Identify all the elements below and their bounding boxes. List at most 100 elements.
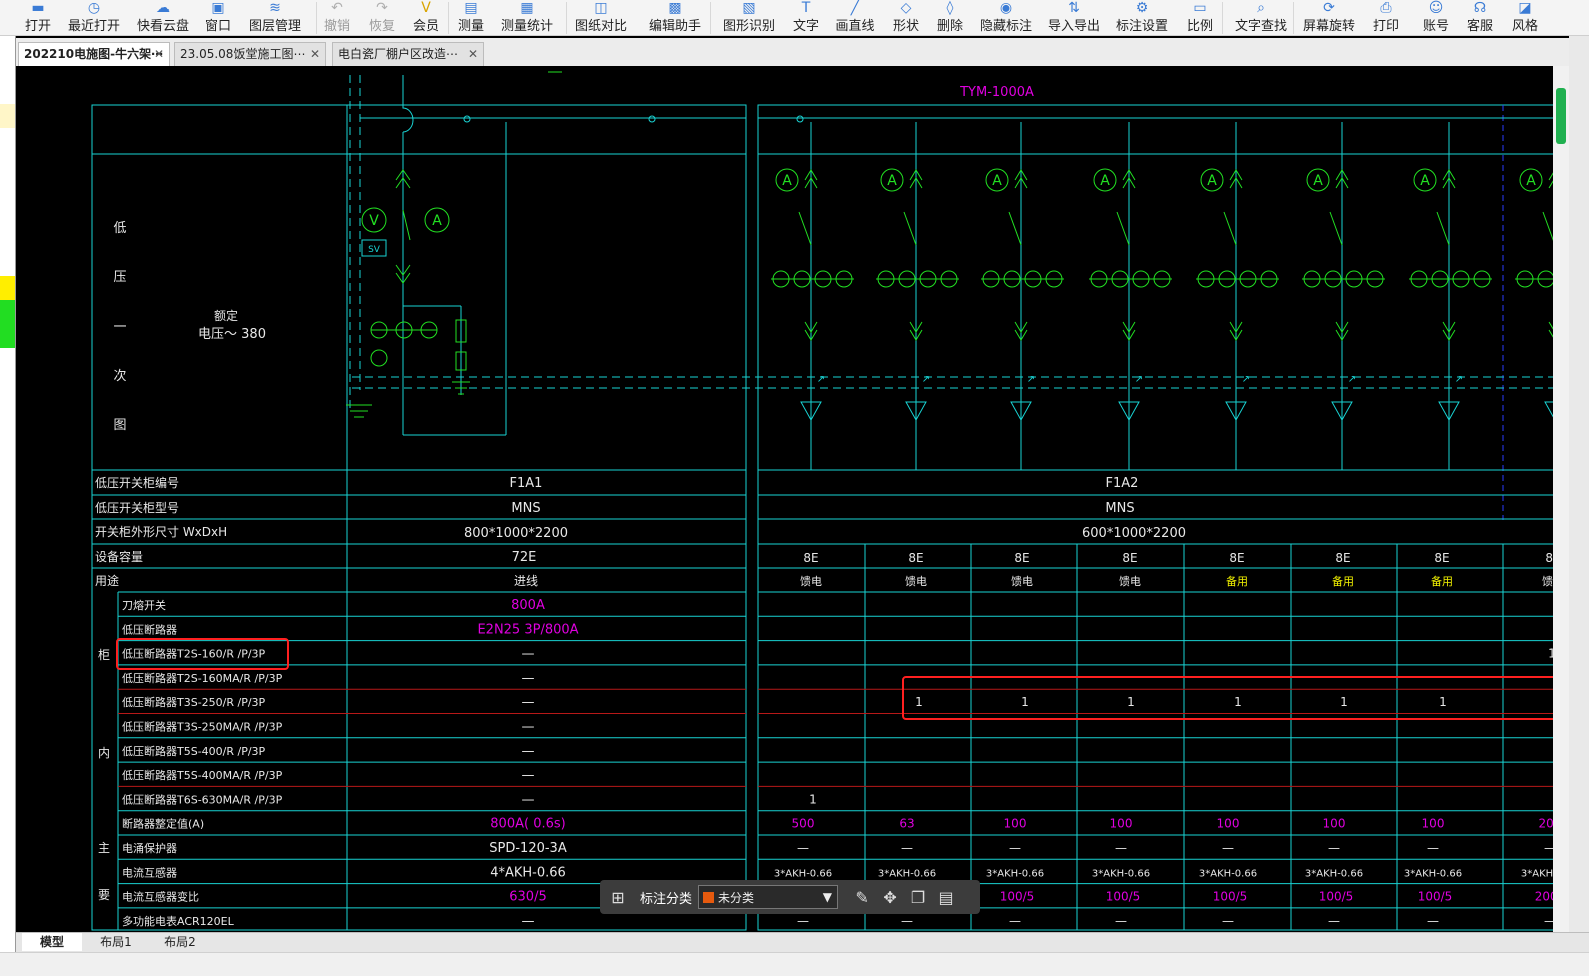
toolbar-button-17[interactable]: ◊ 删除 <box>937 0 963 35</box>
component-label: 电流互感器 <box>122 865 177 879</box>
toolbar-button-20[interactable]: ⚙ 标注设置 <box>1116 0 1168 35</box>
toolbar-button-9[interactable]: ▤ 测量 <box>458 0 484 35</box>
switch-symbol <box>1223 211 1237 246</box>
rotate-icon: ⟳ <box>1323 0 1335 16</box>
toolbar-button-22[interactable]: ⌕ 文字查找 <box>1235 0 1287 35</box>
annotation-category-select[interactable]: 未分类 ▼ <box>698 885 839 909</box>
component-label: 低压断路器T2S-160/R /P/3P <box>122 647 266 661</box>
voltmeter-label: V <box>369 213 379 229</box>
component-label: 刀熔开关 <box>122 598 166 612</box>
incoming-cable <box>402 75 414 133</box>
move-icon[interactable]: ✥ <box>876 883 904 911</box>
toolbar-separator <box>1293 2 1294 34</box>
toolbar-button-14[interactable]: T 文字 <box>793 0 820 35</box>
close-icon[interactable]: ✕ <box>468 43 478 65</box>
toolbar-button-label: 屏幕旋转 <box>1303 19 1356 34</box>
f1a1-component-value: — <box>522 671 535 686</box>
category-color-swatch <box>703 891 715 903</box>
f1a1-capacity: 72E <box>512 550 537 565</box>
toolbar-button-16[interactable]: ◇ 形状 <box>893 0 919 35</box>
toolbar-button-4[interactable]: ▣ 窗口 <box>205 0 231 35</box>
toolbar-separator <box>1222 2 1223 34</box>
toolbar-button-3[interactable]: ☁ 快看云盘 <box>137 0 189 35</box>
undo-icon: ↶ <box>331 0 343 16</box>
meter-value: — <box>1009 914 1021 928</box>
toolbar-button-1[interactable]: ▬ 打开 <box>25 0 51 35</box>
toolbar-button-23[interactable]: ⟳ 屏幕旋转 <box>1303 0 1356 35</box>
component-label: 断路器整定值(A) <box>122 817 204 831</box>
ct-model: 3*AKH-0.66 <box>1404 868 1462 879</box>
row-label: 开关柜外形尺寸 WxDxH <box>95 525 227 539</box>
toolbar-button-6[interactable]: ↶ 撤销 <box>324 0 350 35</box>
cabinet-title: TYM-1000A <box>959 85 1034 100</box>
tab-document-3[interactable]: 电白瓷厂棚户区改造⋯ ✕ <box>332 42 484 66</box>
toolbar-button-label: 打印 <box>1373 19 1400 34</box>
f1a2-model: MNS <box>1105 501 1134 516</box>
toolbar-separator <box>566 2 567 34</box>
close-icon[interactable]: ✕ <box>154 43 164 65</box>
f1a1-id: F1A1 <box>510 476 543 491</box>
f1a1-component-value: — <box>522 914 535 929</box>
toolbar-button-7[interactable]: ↷ 恢复 <box>369 0 395 35</box>
spd-value: — <box>1009 841 1021 855</box>
toolbar-button-27[interactable]: ◪ 风格 <box>1512 0 1538 35</box>
quantity-value: 1 <box>1340 695 1348 709</box>
text-icon: T <box>801 0 811 16</box>
ammeter-label: A <box>1420 173 1430 189</box>
rated-voltage-value: 电压～ 380 <box>198 327 266 342</box>
tab-model[interactable]: 模型 <box>22 933 82 951</box>
f1a2-frame <box>757 104 1569 931</box>
switch-symbol <box>1436 211 1450 246</box>
toolbar-separator <box>448 2 449 34</box>
arrester-tag: ↗ <box>1242 374 1250 385</box>
tab-layout-1[interactable]: 布局1 <box>86 933 146 951</box>
toolbar-button-13[interactable]: ▧ 图形识别 <box>723 0 775 35</box>
toolbar-button-label: 测量统计 <box>501 19 554 34</box>
ammeter-label: A <box>887 173 897 189</box>
breaker-setting: 100 <box>1323 817 1346 831</box>
toolbar-button-label: 文字 <box>793 19 820 34</box>
ruler-icon: ▤ <box>464 0 478 16</box>
scroll-thumb[interactable] <box>1556 88 1566 144</box>
spd-value: — <box>797 841 809 855</box>
meter-value: — <box>1328 914 1340 928</box>
grid-icon[interactable]: ⊞ <box>604 883 632 911</box>
toolbar-button-12[interactable]: ▩ 编辑助手 <box>649 0 701 35</box>
toolbar-button-24[interactable]: ⎙ 打印 <box>1373 0 1400 35</box>
f1a2-capacity: 8E <box>908 551 923 565</box>
f1a1-component-value: 800A( 0.6s) <box>490 817 565 832</box>
spd-value: — <box>1115 841 1127 855</box>
toolbar-button-11[interactable]: ◫ 图纸对比 <box>575 0 627 35</box>
toolbar-button-10[interactable]: ▦ 测量统计 <box>501 0 554 35</box>
tab-document-1[interactable]: 202210电施图-牛六架⋯ ✕ <box>18 42 170 66</box>
ct-symbol <box>370 349 388 367</box>
line-icon: ╱ <box>850 0 860 16</box>
copy-icon[interactable]: ❐ <box>904 883 932 911</box>
paste-icon[interactable]: ▤ <box>932 883 960 911</box>
toolbar-button-18[interactable]: ◉ 隐藏标注 <box>980 0 1032 35</box>
toolbar-button-26[interactable]: ☊ 客服 <box>1467 0 1494 35</box>
right-panel-edge <box>1569 36 1589 976</box>
component-label: 低压断路器T3S-250/R /P/3P <box>122 695 266 709</box>
toolbar-button-label: 最近打开 <box>68 19 121 34</box>
f1a2-use: 备用 <box>1332 574 1354 588</box>
toolbar-button-5[interactable]: ≋ 图层管理 <box>249 0 301 35</box>
f1a1-component-value: — <box>522 744 535 759</box>
vertical-scrollbar[interactable] <box>1553 66 1569 932</box>
toolbar-button-21[interactable]: ▭ 比例 <box>1187 0 1213 35</box>
edit-icon[interactable]: ✎ <box>848 883 876 911</box>
toolbar-button-8[interactable]: V 会员 <box>413 0 439 35</box>
row-label: 低压开关柜型号 <box>95 501 179 515</box>
scale-icon: ▭ <box>1193 0 1207 16</box>
toolbar-button-15[interactable]: ╱ 画直线 <box>836 0 875 35</box>
component-label: 低压断路器T6S-630MA/R /P/3P <box>122 792 283 806</box>
tab-layout-2[interactable]: 布局2 <box>150 933 210 951</box>
tab-document-2[interactable]: 23.05.08饭堂施工图⋯ ✕ <box>174 42 326 66</box>
toolbar-button-label: 客服 <box>1467 19 1494 34</box>
toolbar-button-19[interactable]: ⇅ 导入导出 <box>1048 0 1100 35</box>
drawing-canvas[interactable]: VASVA↗A↗A↗A↗A↗A↗A↗A↗TYM-1000A低压一次图额定电压～ … <box>16 66 1569 932</box>
toolbar-button-25[interactable]: ☺ 账号 <box>1423 0 1449 35</box>
close-icon[interactable]: ✕ <box>310 43 320 65</box>
breaker-setting: 500 <box>792 817 815 831</box>
toolbar-button-2[interactable]: ◷ 最近打开 <box>68 0 121 35</box>
